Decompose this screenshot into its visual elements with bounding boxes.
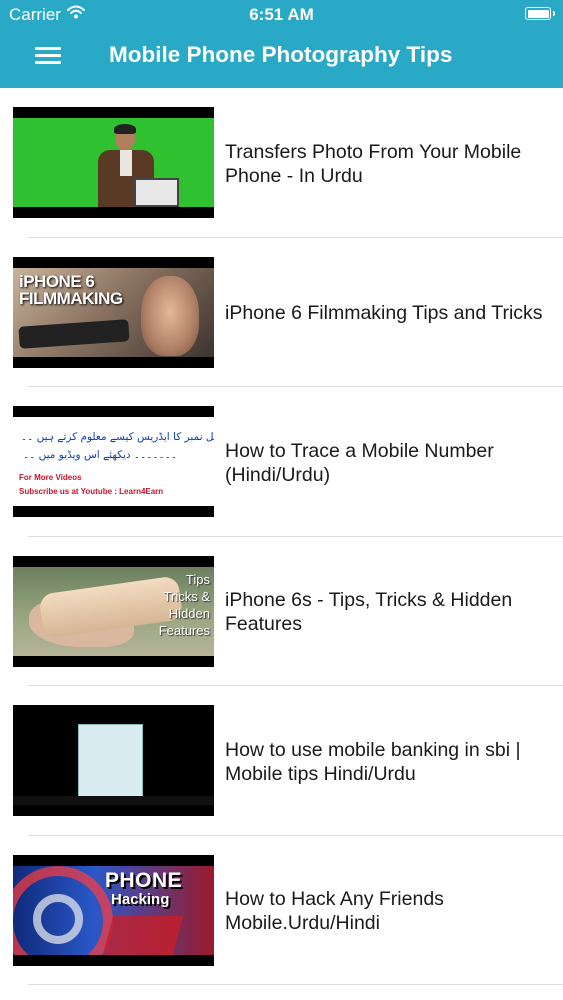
list-item[interactable]: iPHONE 6 FILMMAKING iPhone 6 Filmmaking … (0, 238, 563, 387)
thumbnail-text: ۔۔۔۔۔۔۔ دیکھئے اس ویڈیو میں ۔۔ (23, 449, 177, 461)
list-item[interactable]: کسی بھی موبائل نمبر کا ایڈریس کیسے معلوم… (0, 387, 563, 537)
video-thumbnail (13, 705, 214, 816)
hamburger-menu-icon[interactable] (35, 45, 61, 65)
video-thumbnail: PHONE Hacking (13, 854, 214, 966)
video-title: iPhone 6 Filmmaking Tips and Tricks (225, 302, 543, 325)
video-title: iPhone 6s - Tips, Tricks & Hidden Featur… (225, 589, 513, 636)
battery-icon (525, 7, 555, 20)
video-thumbnail: iPHONE 6 FILMMAKING (13, 256, 214, 368)
video-title: How to use mobile banking in sbi | Mobil… (225, 738, 521, 785)
list-item[interactable]: How to use mobile banking in sbi | Mobil… (0, 686, 563, 836)
video-list: Transfers Photo From Your Mobile Phone -… (0, 88, 563, 985)
video-title: How to Trace a Mobile Number (Hindi/Urdu… (225, 439, 494, 486)
status-time: 6:51 AM (249, 5, 314, 24)
thumbnail-text: Subscribe us at Youtube : Learn4Earn (19, 487, 164, 496)
thumbnail-text: PHONE (105, 868, 183, 892)
video-thumbnail: کسی بھی موبائل نمبر کا ایڈریس کیسے معلوم… (13, 406, 214, 517)
thumbnail-text: Tips Tricks & Hidden Features (158, 571, 210, 638)
list-item[interactable]: PHONE Hacking How to Hack Any Friends Mo… (0, 836, 563, 985)
video-title: Transfers Photo From Your Mobile Phone -… (225, 140, 522, 187)
status-bar: Carrier 6:51 AM (0, 0, 563, 30)
video-title: How to Hack Any Friends Mobile.Urdu/Hind… (225, 888, 444, 935)
video-thumbnail: Tips Tricks & Hidden Features (13, 555, 214, 667)
video-thumbnail (13, 107, 214, 218)
list-item[interactable]: Tips Tricks & Hidden Features iPhone 6s … (0, 537, 563, 686)
page-title: Mobile Phone Photography Tips (109, 42, 453, 67)
thumbnail-text: Hacking (111, 890, 170, 908)
nav-bar: Mobile Phone Photography Tips (0, 30, 563, 88)
thumbnail-text: For More Videos (19, 473, 82, 482)
thumbnail-text: iPHONE 6 FILMMAKING (19, 271, 123, 308)
top-bar: Carrier 6:51 AM Mobile Phone Photography… (0, 0, 563, 88)
thumbnail-text: کسی بھی موبائل نمبر کا ایڈریس کیسے معلوم… (21, 431, 214, 443)
separator (28, 984, 563, 985)
list-item[interactable]: Transfers Photo From Your Mobile Phone -… (0, 88, 563, 238)
